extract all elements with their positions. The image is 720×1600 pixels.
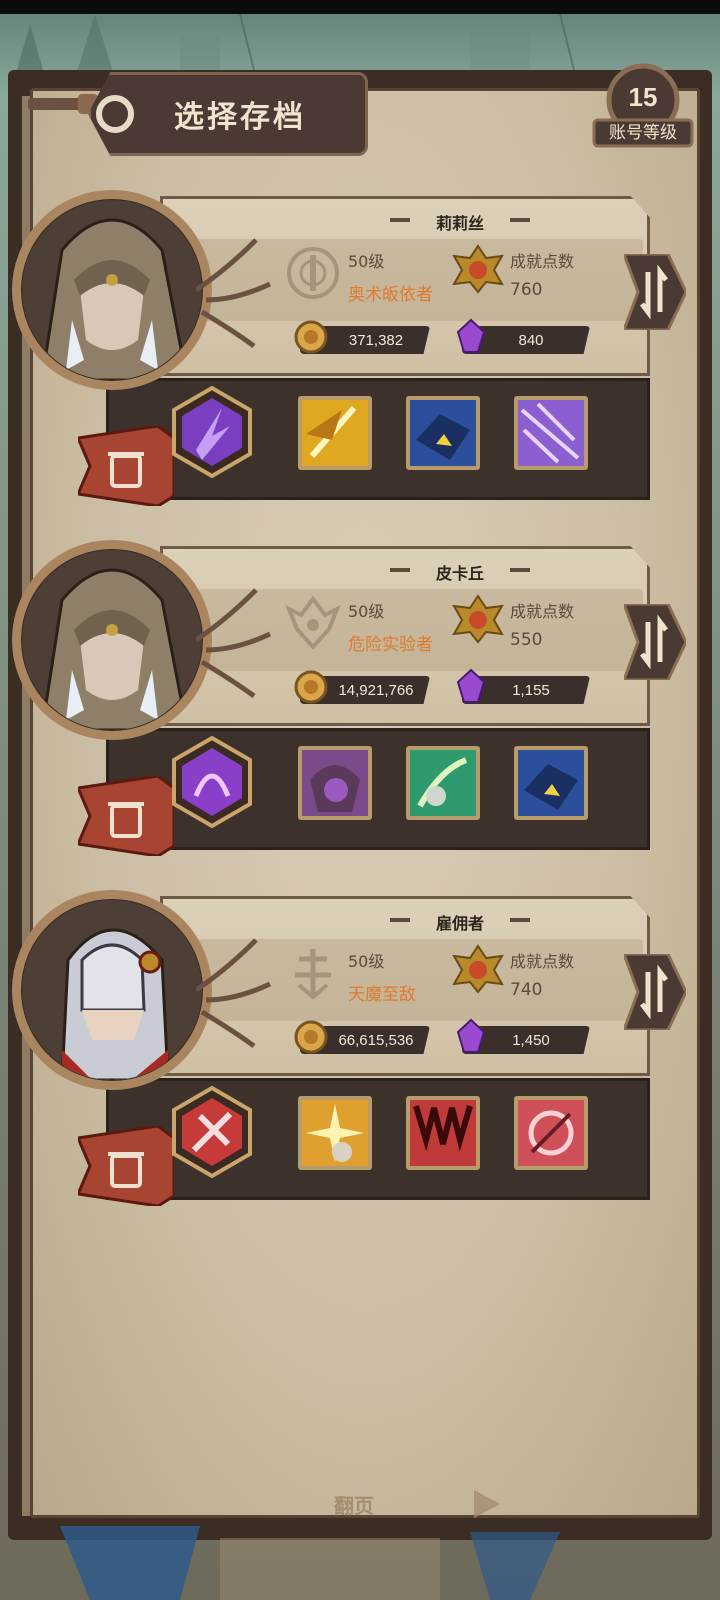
save-slot-2[interactable]: 皮卡丘 50级 危险实验者 成就点数 550 14,921,766 1,155 [0, 540, 720, 870]
class-name: 天魔至敌 [348, 985, 416, 1005]
purple-gem-icon [456, 318, 486, 353]
branch-decoration [196, 238, 272, 349]
gold-coin-icon [294, 1020, 328, 1054]
achievement-points: 740 [510, 980, 543, 1000]
class-emblem-icon [295, 949, 331, 1000]
gold-coin-icon [294, 320, 328, 354]
flip-page-label[interactable]: 翻页 [334, 1490, 374, 1519]
account-level-label: 账号等级 [609, 123, 677, 143]
achievement-label: 成就点数 [510, 952, 575, 971]
skill-icon-2[interactable] [298, 1096, 372, 1170]
achievement-label: 成就点数 [510, 252, 575, 271]
save-slot-1[interactable]: 莉莉丝 50级 奥术皈依者 成就点数 760 371,382 840 [0, 190, 720, 520]
skill-icon-2[interactable] [298, 746, 372, 820]
skill-icon-4[interactable] [514, 746, 588, 820]
page-title: 选择存档 [174, 100, 306, 135]
skill-icon-1[interactable] [166, 386, 258, 478]
skill-icon-2[interactable] [298, 396, 372, 470]
reorder-swap-icon[interactable] [624, 954, 686, 1030]
character-portrait[interactable] [22, 900, 202, 1080]
character-level: 50级 [348, 252, 385, 271]
character-portrait[interactable] [22, 200, 202, 380]
class-name: 奥术皈依者 [348, 285, 433, 305]
skill-icon-1[interactable] [166, 1086, 258, 1178]
skill-icon-3[interactable] [406, 746, 480, 820]
tag-ring-icon [96, 95, 134, 133]
class-emblem-icon [287, 247, 339, 299]
skill-icon-3[interactable] [406, 1096, 480, 1170]
class-name: 危险实验者 [348, 635, 433, 655]
bottom-decoration [60, 1526, 560, 1600]
character-name: 雇佣者 [435, 914, 484, 933]
achievement-points: 760 [510, 280, 543, 300]
reorder-swap-icon[interactable] [624, 604, 686, 680]
reorder-swap-icon[interactable] [624, 254, 686, 330]
delete-save-button[interactable] [78, 776, 174, 856]
skill-icon-1[interactable] [166, 736, 258, 828]
account-level-value: 15 [628, 82, 658, 112]
character-portrait[interactable] [22, 550, 202, 730]
achievement-points: 550 [510, 630, 543, 650]
gold-coin-icon [294, 670, 328, 704]
branch-decoration [196, 938, 272, 1049]
account-level-badge[interactable]: 15 账号等级 [590, 60, 696, 152]
status-bar [0, 0, 720, 14]
class-emblem-icon [285, 595, 341, 651]
character-level: 50级 [348, 952, 385, 971]
character-name: 莉莉丝 [435, 214, 484, 233]
purple-gem-icon [456, 1018, 486, 1053]
achievement-label: 成就点数 [510, 602, 575, 621]
skill-icon-4[interactable] [514, 396, 588, 470]
tassel-decoration [28, 94, 98, 114]
skill-icon-3[interactable] [406, 396, 480, 470]
purple-gem-icon [456, 668, 486, 703]
flip-page-arrow-icon[interactable] [408, 1482, 500, 1522]
delete-save-button[interactable] [78, 426, 174, 506]
character-name: 皮卡丘 [435, 564, 484, 583]
character-level: 50级 [348, 602, 385, 621]
branch-decoration [196, 588, 272, 699]
save-slot-3[interactable]: 雇佣者 50级 天魔至敌 成就点数 740 66,615,536 1,450 [0, 890, 720, 1220]
achievement-icon [452, 944, 504, 994]
achievement-icon [452, 244, 504, 294]
achievement-icon [452, 594, 504, 644]
delete-save-button[interactable] [78, 1126, 174, 1206]
skill-icon-4[interactable] [514, 1096, 588, 1170]
